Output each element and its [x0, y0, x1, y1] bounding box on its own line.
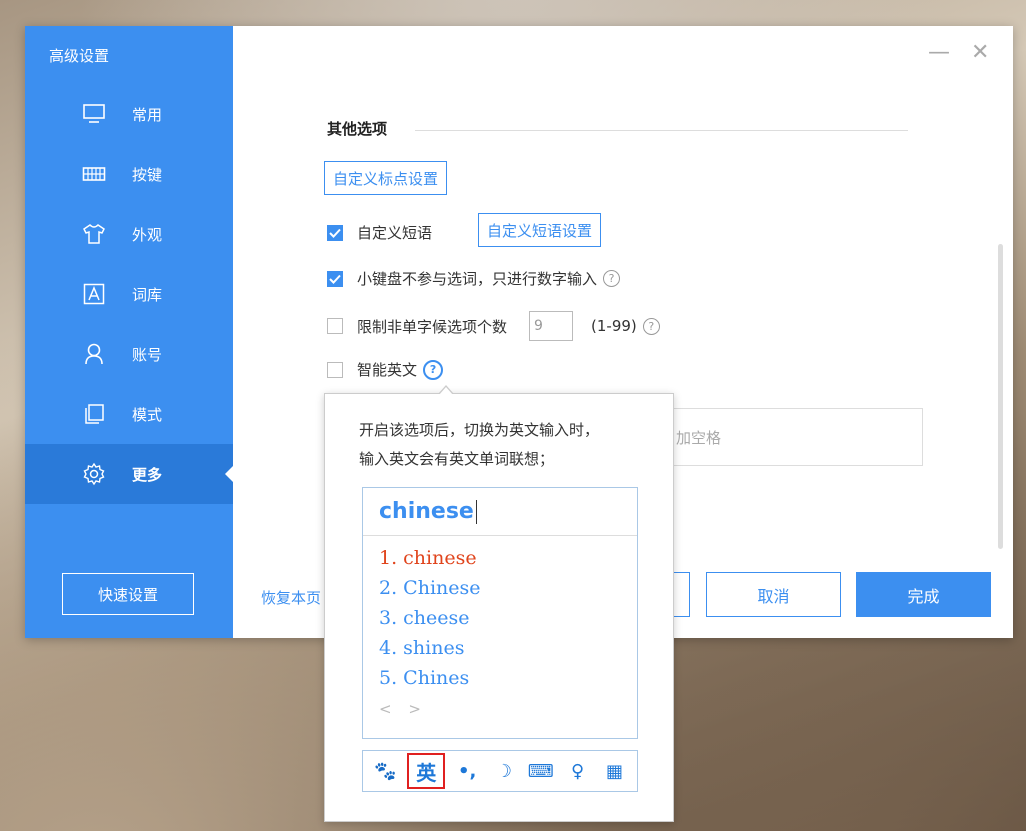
candidate-item[interactable]: 2. Chinese — [379, 577, 481, 599]
candidate-item[interactable]: 3. cheese — [379, 607, 470, 629]
close-icon[interactable]: ✕ — [971, 40, 989, 65]
smart-english-checkbox[interactable] — [327, 361, 343, 378]
help-icon[interactable]: ? — [423, 359, 444, 380]
numpad-label: 小键盘不参与选词，只进行数字输入 — [357, 270, 598, 288]
sidebar-item-keys[interactable]: 按键 — [25, 144, 233, 204]
sidebar-item-more[interactable]: 更多 — [25, 444, 233, 504]
ime-candidate-window: chinese 1. chinese 2. Chinese 3. cheese … — [362, 487, 638, 739]
custom-phrase-row: 自定义短语 — [327, 222, 432, 243]
candidate-item[interactable]: 1. chinese — [379, 547, 477, 569]
ime-composition: chinese — [363, 488, 637, 536]
sidebar-item-label: 更多 — [132, 465, 163, 484]
user-icon — [81, 341, 107, 367]
partial-text-field[interactable]: 加空格 — [665, 408, 923, 466]
smart-english-row: 智能英文 ? — [327, 359, 444, 380]
custom-phrase-settings-button[interactable]: 自定义短语设置 — [478, 213, 602, 247]
limit-range-label: (1-99) — [591, 317, 637, 335]
quick-settings-button[interactable]: 快速设置 — [62, 573, 194, 615]
user-icon[interactable]: ♀ — [563, 756, 593, 786]
sidebar-item-common[interactable]: 常用 — [25, 84, 233, 144]
gear-icon — [81, 461, 107, 487]
custom-phrase-label: 自定义短语 — [357, 224, 433, 242]
limit-row: 限制非单字候选项个数 9 (1-99) ? — [327, 311, 660, 341]
restore-defaults-link[interactable]: 恢复本页 — [261, 587, 321, 608]
candidate-item[interactable]: 4. shines — [379, 637, 464, 659]
smart-english-label: 智能英文 — [357, 361, 418, 379]
limit-checkbox[interactable] — [327, 318, 343, 334]
sidebar-title: 高级设置 — [49, 47, 110, 65]
tooltip-text: 开启该选项后，切换为英文输入时， 输入英文会有英文单词联想； — [359, 416, 659, 474]
copy-icon — [81, 401, 107, 427]
custom-phrase-checkbox[interactable] — [327, 224, 343, 241]
sidebar-item-label: 外观 — [132, 225, 163, 244]
scrollbar[interactable] — [998, 244, 1003, 549]
sidebar-item-account[interactable]: 账号 — [25, 324, 233, 384]
section-divider — [415, 130, 908, 131]
moon-icon[interactable]: ☽ — [489, 756, 519, 786]
paw-icon[interactable]: 🐾 — [370, 756, 400, 786]
sidebar-item-label: 账号 — [132, 345, 163, 364]
monitor-icon — [81, 101, 107, 127]
ime-toolbar: 🐾 英 •, ☽ ⌨ ♀ ▦ — [362, 750, 638, 792]
text-caret — [475, 499, 477, 524]
composition-text: chinese — [379, 499, 474, 524]
tshirt-icon — [81, 221, 107, 247]
keyboard-icon — [81, 161, 107, 187]
sidebar: 高级设置 常用 按键 外观 词库 账号 模式 更多 快速设置 — [25, 26, 233, 638]
candidate-item[interactable]: 5. Chines — [379, 667, 469, 689]
custom-punctuation-button[interactable]: 自定义标点设置 — [324, 161, 448, 195]
punctuation-icon[interactable]: •, — [452, 756, 482, 786]
help-icon[interactable]: ? — [642, 317, 660, 335]
sidebar-item-label: 模式 — [132, 405, 163, 424]
help-icon[interactable]: ? — [603, 270, 621, 287]
section-title: 其他选项 — [327, 120, 388, 138]
limit-label: 限制非单字候选项个数 — [357, 317, 508, 336]
sidebar-item-label: 常用 — [132, 105, 163, 124]
done-button[interactable]: 完成 — [856, 572, 991, 617]
sidebar-item-label: 按键 — [132, 165, 163, 184]
smart-english-tooltip: 开启该选项后，切换为英文输入时， 输入英文会有英文单词联想； chinese 1… — [324, 385, 674, 822]
cancel-button[interactable]: 取消 — [706, 572, 841, 617]
sidebar-item-label: 词库 — [132, 285, 163, 304]
sidebar-item-mode[interactable]: 模式 — [25, 384, 233, 444]
numpad-row: 小键盘不参与选词，只进行数字输入 ? — [327, 268, 621, 289]
english-mode-icon[interactable]: 英 — [407, 753, 446, 789]
tooltip-line: 输入英文会有英文单词联想； — [359, 450, 555, 468]
keyboard-icon[interactable]: ⌨ — [526, 756, 556, 786]
sidebar-item-appearance[interactable]: 外观 — [25, 204, 233, 264]
sidebar-item-dictionary[interactable]: 词库 — [25, 264, 233, 324]
numpad-checkbox[interactable] — [327, 270, 343, 287]
minimize-icon[interactable]: — — [928, 40, 950, 65]
candidate-pager[interactable]: < > — [379, 700, 427, 718]
grid-icon[interactable]: ▦ — [599, 756, 629, 786]
partial-text-value: 加空格 — [676, 428, 722, 447]
tooltip-line: 开启该选项后，切换为英文输入时， — [359, 421, 600, 439]
letter-a-icon — [81, 281, 107, 307]
limit-count-input[interactable]: 9 — [529, 311, 574, 341]
